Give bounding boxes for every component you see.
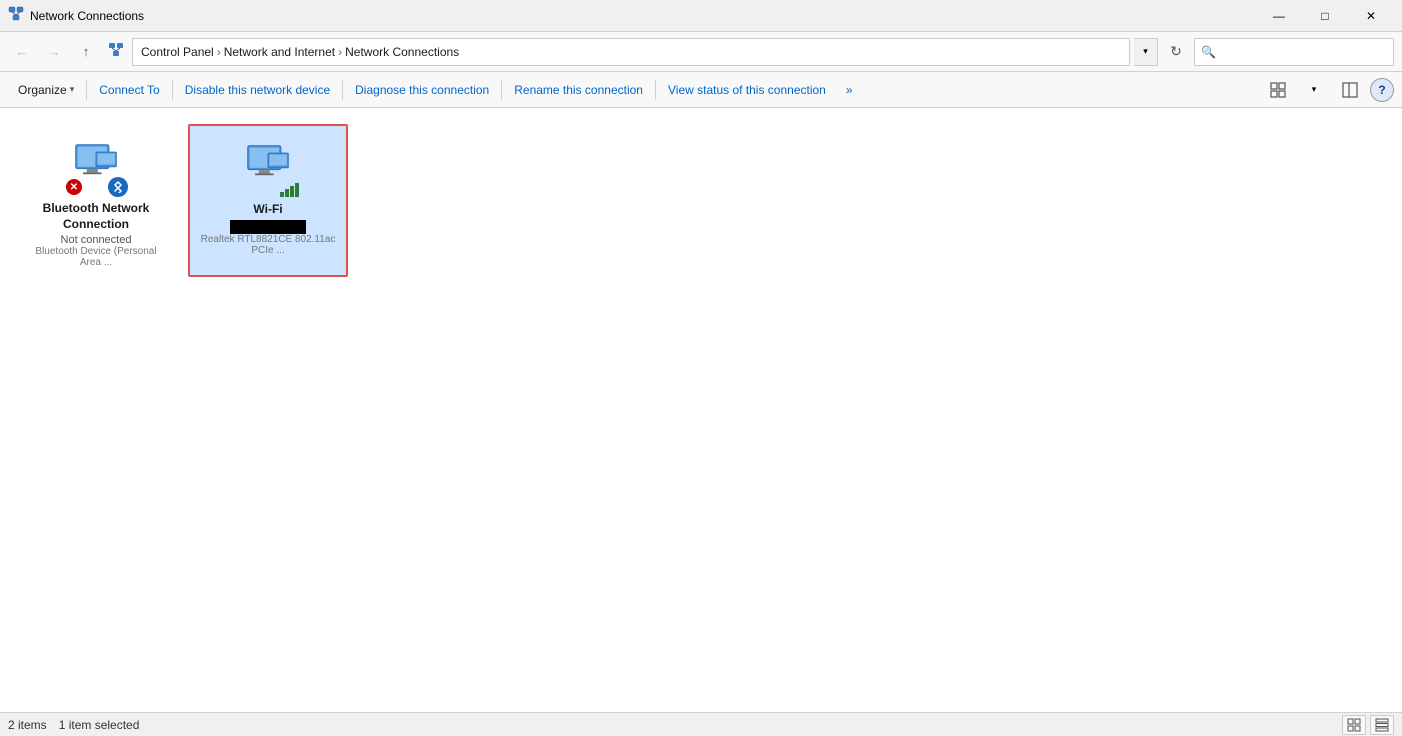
disable-button[interactable]: Disable this network device [175, 74, 340, 106]
bluetooth-item[interactable]: ✕ Bluetooth Network Connection Not conne… [16, 124, 176, 277]
items-count: 2 items [8, 718, 47, 732]
toolbar: Organize ▾ Connect To Disable this netwo… [0, 72, 1402, 108]
search-icon: 🔍 [1201, 45, 1216, 59]
help-icon: ? [1378, 83, 1385, 97]
bluetooth-overlay-icon [108, 177, 128, 197]
status-bar-right [1342, 715, 1394, 735]
help-button[interactable]: ? [1370, 78, 1394, 102]
toolbar-separator-5 [655, 80, 656, 100]
wifi-signal-icon [279, 182, 300, 198]
toolbar-separator-3 [342, 80, 343, 100]
toolbar-separator-1 [86, 80, 87, 100]
path-network-connections: Network Connections [345, 45, 459, 59]
forward-button[interactable]: → [40, 38, 68, 66]
bluetooth-error-badge: ✕ [66, 179, 82, 195]
bluetooth-icon-wrapper: ✕ [64, 133, 128, 197]
connect-to-button[interactable]: Connect To [89, 74, 170, 106]
preview-pane-button[interactable] [1334, 76, 1366, 104]
status-view-list-button[interactable] [1370, 715, 1394, 735]
minimize-button[interactable]: — [1256, 0, 1302, 32]
wifi-name: Wi-Fi [253, 202, 282, 218]
organize-chevron-icon: ▾ [70, 84, 75, 95]
search-box[interactable]: 🔍 [1194, 38, 1394, 66]
close-button[interactable]: ✕ [1348, 0, 1394, 32]
address-icon [108, 42, 124, 61]
items-selected: 1 item selected [59, 718, 140, 732]
bluetooth-adapter: Bluetooth Device (Personal Area ... [25, 246, 167, 268]
path-network-internet: Network and Internet [224, 45, 335, 59]
wifi-ssid-hidden [230, 220, 307, 234]
maximize-button[interactable]: □ [1302, 0, 1348, 32]
organize-button[interactable]: Organize ▾ [8, 74, 84, 106]
status-view-detail-button[interactable] [1342, 715, 1366, 735]
back-button[interactable]: ← [8, 38, 36, 66]
view-status-button[interactable]: View status of this connection [658, 74, 836, 106]
content-area: ✕ Bluetooth Network Connection Not conne… [0, 108, 1402, 712]
view-chevron-icon: ▾ [1312, 84, 1317, 95]
title-bar: Network Connections — □ ✕ [0, 0, 1402, 32]
more-button[interactable]: » [836, 74, 863, 106]
toolbar-separator-2 [172, 80, 173, 100]
address-path[interactable]: Control Panel › Network and Internet › N… [132, 38, 1130, 66]
view-dropdown-button[interactable]: ▾ [1298, 76, 1330, 104]
wifi-adapter: Realtek RTL8821CE 802.11ac PCIe ... [198, 234, 338, 256]
window-icon [8, 6, 24, 26]
status-bar: 2 items 1 item selected [0, 712, 1402, 736]
address-bar: ← → ↑ Control Panel › Network and Intern… [0, 32, 1402, 72]
change-view-button[interactable] [1262, 76, 1294, 104]
view-icon [1270, 82, 1286, 98]
diagnose-button[interactable]: Diagnose this connection [345, 74, 499, 106]
toolbar-separator-4 [501, 80, 502, 100]
wifi-icon-wrapper [236, 134, 300, 198]
up-button[interactable]: ↑ [72, 38, 100, 66]
wifi-item[interactable]: Wi-Fi Realtek RTL8821CE 802.11ac PCIe ..… [188, 124, 348, 277]
toolbar-right-controls: ▾ ? [1262, 76, 1394, 104]
refresh-button[interactable]: ↻ [1162, 38, 1190, 66]
window-controls: — □ ✕ [1256, 0, 1394, 32]
window-title: Network Connections [30, 9, 1256, 23]
path-control-panel: Control Panel [141, 45, 214, 59]
address-dropdown[interactable]: ▾ [1134, 38, 1158, 66]
items-container: ✕ Bluetooth Network Connection Not conne… [0, 108, 1402, 712]
bluetooth-status: Not connected [61, 234, 132, 246]
bluetooth-name: Bluetooth Network Connection [25, 201, 167, 232]
pane-icon [1342, 82, 1358, 98]
rename-button[interactable]: Rename this connection [504, 74, 653, 106]
